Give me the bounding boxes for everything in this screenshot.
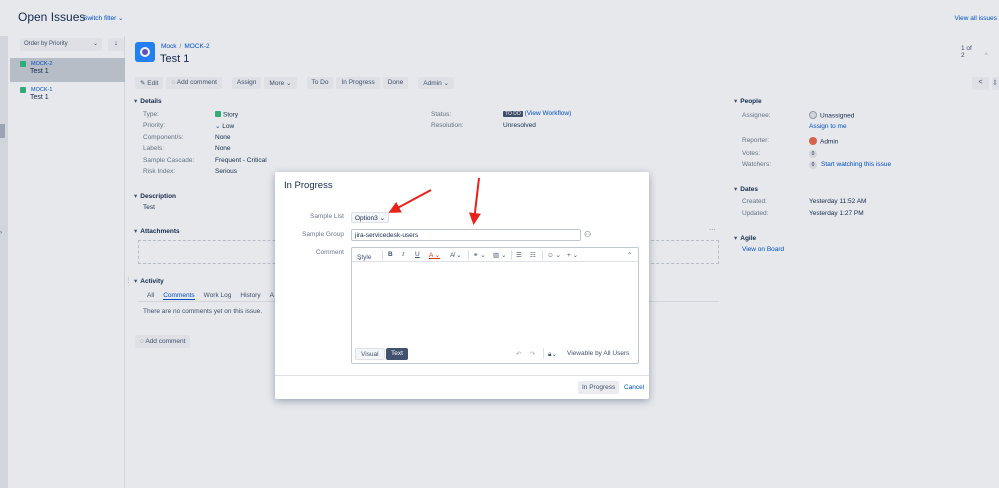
editor-toolbar: Style ⌄ B I U A ⌄ A̸ ⌄ ⚭ ⌄ ▥ ⌄ ☰ ☷ ☺ ⌄ +… — [352, 248, 638, 262]
more-formatting-icon[interactable]: A̸ ⌄ — [450, 251, 462, 259]
redo-icon[interactable]: ↷ — [530, 350, 535, 358]
editor-footer: Visual Text ↶ ↷ 🔒︎⌄ Viewable by All User… — [352, 345, 638, 365]
bold-icon[interactable]: B — [388, 251, 393, 258]
numbered-list-icon[interactable]: ☷ — [530, 251, 536, 259]
comment-editor: Style ⌄ B I U A ⌄ A̸ ⌄ ⚭ ⌄ ▥ ⌄ ☰ ☷ ☺ ⌄ +… — [351, 247, 639, 364]
chevron-down-icon: ⌄ — [379, 215, 386, 222]
chevron-down-icon: ⌄ — [357, 255, 363, 262]
sample-group-label: Sample Group — [302, 231, 344, 238]
comment-label: Comment — [315, 249, 344, 256]
dialog-title: In Progress — [284, 180, 333, 191]
transition-dialog: In Progress Sample List Option3 ⌄ Sample… — [275, 172, 649, 399]
undo-icon[interactable]: ↶ — [516, 350, 521, 358]
tab-text[interactable]: Text — [386, 348, 408, 360]
sample-list-label: Sample List — [310, 213, 344, 220]
sample-group-input[interactable]: jira-servicedesk-users — [351, 229, 581, 241]
underline-icon[interactable]: U — [415, 251, 420, 258]
collapse-toolbar-icon[interactable]: ⌃ — [627, 251, 632, 259]
submit-in-progress-button[interactable]: In Progress — [578, 381, 620, 394]
italic-icon[interactable]: I — [402, 251, 404, 258]
insert-more-icon[interactable]: + ⌄ — [567, 251, 578, 259]
visibility-lock-icon[interactable]: 🔒︎⌄ — [548, 350, 557, 359]
bullet-list-icon[interactable]: ☰ — [516, 251, 522, 259]
emoticon-icon[interactable]: ☺ ⌄ — [547, 251, 561, 259]
visibility-text[interactable]: Viewable by All Users — [567, 350, 629, 357]
comment-textarea[interactable] — [352, 262, 638, 345]
sample-list-select[interactable]: Option3 ⌄ — [351, 212, 390, 223]
group-picker-icon[interactable]: ⚇ — [584, 230, 591, 239]
cancel-link[interactable]: Cancel — [624, 384, 644, 391]
text-color-icon[interactable]: A ⌄ — [429, 251, 440, 259]
link-icon[interactable]: ⚭ ⌄ — [473, 251, 486, 259]
tab-visual[interactable]: Visual — [355, 348, 385, 360]
dialog-footer-divider — [275, 375, 649, 376]
attachment-icon[interactable]: ▥ ⌄ — [493, 251, 506, 259]
